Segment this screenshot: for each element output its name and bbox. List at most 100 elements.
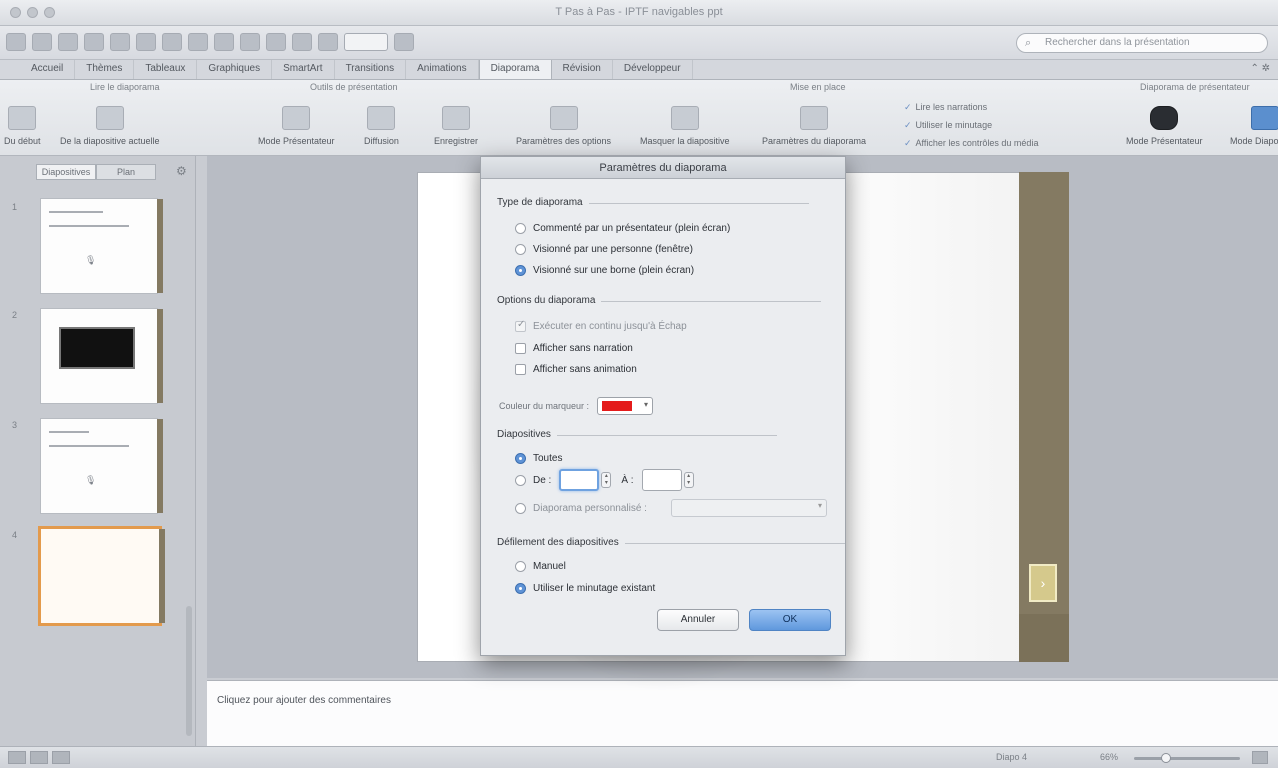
- ok-button[interactable]: OK: [749, 609, 831, 631]
- radio-control-selected[interactable]: [515, 265, 526, 276]
- record-button[interactable]: Enregistrer: [434, 106, 478, 146]
- radio-presented-by-speaker[interactable]: Commenté par un présentateur (plein écra…: [515, 223, 730, 234]
- presenter-icon: [282, 106, 311, 130]
- save-icon[interactable]: [84, 33, 104, 51]
- hide-slide-icon: [670, 106, 699, 130]
- radio-control[interactable]: [515, 244, 526, 255]
- radio-control-selected[interactable]: [515, 453, 526, 464]
- from-slide-field[interactable]: [559, 469, 600, 491]
- radio-all-slides[interactable]: Toutes: [515, 453, 562, 464]
- use-timings-check[interactable]: ✓ Utiliser le minutage: [904, 120, 992, 131]
- undo-icon[interactable]: [162, 33, 182, 51]
- tab-outline[interactable]: Plan: [96, 164, 156, 180]
- window-title: T Pas à Pas - IPTF navigables ppt: [555, 6, 723, 18]
- fit-to-window-icon[interactable]: [1252, 751, 1268, 764]
- pen-color-fill: [602, 401, 633, 411]
- radio-browsed-individual[interactable]: Visionné par une personne (fenêtre): [515, 244, 693, 255]
- tab-transitions[interactable]: Transitions: [335, 60, 407, 79]
- radio-control[interactable]: [515, 474, 526, 486]
- panel-scrollbar[interactable]: [186, 606, 192, 736]
- options-settings-button[interactable]: Paramètres des options: [516, 106, 611, 146]
- radio-control[interactable]: [515, 223, 526, 234]
- search-input[interactable]: ⌕ Rechercher dans la présentation: [1016, 33, 1268, 53]
- slide-thumbnail[interactable]: [40, 308, 163, 404]
- ribbon-tabs: Accueil Thèmes Tableaux Graphiques Smart…: [0, 60, 1278, 80]
- slideshow-view-icon: [1250, 106, 1278, 130]
- slide-thumbnail-selected[interactable]: [38, 526, 165, 626]
- normal-view-icon[interactable]: [8, 751, 26, 764]
- record-icon: [442, 106, 470, 130]
- settings-icon: [549, 106, 578, 130]
- page-indicator: Diapo 4: [996, 752, 1028, 762]
- custom-show-select: ▾: [671, 499, 827, 517]
- to-slide-field[interactable]: [641, 469, 682, 491]
- pen-color-picker[interactable]: ▾: [597, 397, 654, 415]
- standard-toolbar: ⌕ Rechercher dans la présentation: [0, 26, 1278, 60]
- print-icon[interactable]: [110, 33, 130, 51]
- tab-slides[interactable]: Diapositives: [36, 164, 96, 180]
- open-icon[interactable]: [58, 33, 78, 51]
- checkbox-without-narration[interactable]: Afficher sans narration: [515, 343, 633, 354]
- zoom-slider-knob[interactable]: [1160, 753, 1171, 763]
- radio-advance-timings[interactable]: Utiliser le minutage existant: [515, 583, 655, 594]
- tab-animations[interactable]: Animations: [406, 60, 479, 79]
- picture-icon[interactable]: [240, 33, 260, 51]
- radio-advance-manual[interactable]: Manuel: [515, 561, 566, 572]
- new-icon[interactable]: [6, 33, 26, 51]
- gallery-icon[interactable]: [292, 33, 312, 51]
- slideshow-view-icon[interactable]: [52, 751, 70, 764]
- checkbox-control[interactable]: [515, 364, 526, 375]
- redo-icon[interactable]: [188, 33, 208, 51]
- play-from-current-button[interactable]: De la diapositive actuelle: [60, 106, 160, 146]
- cancel-button[interactable]: Annuler: [657, 609, 739, 631]
- tab-graphiques[interactable]: Graphiques: [197, 60, 273, 79]
- broadcast-button[interactable]: Diffusion: [364, 106, 399, 146]
- checkbox-control[interactable]: [515, 343, 526, 354]
- format-painter-icon[interactable]: [136, 33, 156, 51]
- slide-thumbnail[interactable]: 🎙: [40, 418, 163, 514]
- slideshow-settings-button[interactable]: Paramètres du diaporama: [762, 106, 866, 146]
- templates-icon[interactable]: [32, 33, 52, 51]
- zoom-field[interactable]: [344, 33, 388, 51]
- show-media-controls-check[interactable]: ✓ Afficher les contrôles du média: [904, 138, 1038, 149]
- status-bar: Diapo 4 66%: [0, 746, 1278, 768]
- chevron-down-icon: ▾: [817, 501, 822, 510]
- play-from-start-button[interactable]: Du début: [4, 106, 41, 146]
- tab-tableaux[interactable]: Tableaux: [134, 60, 198, 79]
- slide-thumbnail[interactable]: 🎙: [40, 198, 163, 294]
- insert-slide-icon[interactable]: [214, 33, 234, 51]
- pen-color-label: Couleur du marqueur :: [499, 401, 590, 411]
- hide-slide-button[interactable]: Masquer la diapositive: [640, 106, 730, 146]
- checkbox-without-animation[interactable]: Afficher sans animation: [515, 364, 637, 375]
- tab-developpeur[interactable]: Développeur: [613, 60, 693, 79]
- tab-themes[interactable]: Thèmes: [75, 60, 135, 79]
- panel-settings-icon[interactable]: ⚙: [176, 164, 187, 178]
- sorter-view-icon[interactable]: [30, 751, 48, 764]
- tab-revision[interactable]: Révision: [552, 60, 613, 79]
- presenter-tools-button[interactable]: Mode Présentateur: [258, 106, 335, 146]
- slide-nav-button[interactable]: ›: [1029, 564, 1057, 602]
- section-advance: Défilement des diapositives: [497, 537, 844, 548]
- radio-slide-range[interactable]: De : ▴ ▾ À : ▴ ▾: [515, 469, 694, 491]
- presenter-view-icon: [1150, 106, 1179, 130]
- shape-icon[interactable]: [266, 33, 286, 51]
- zoom-slider[interactable]: [1134, 753, 1240, 763]
- presenter-view-button[interactable]: Mode Présentateur: [1126, 106, 1203, 146]
- radio-control[interactable]: [515, 561, 526, 572]
- toolbox-icon[interactable]: [318, 33, 338, 51]
- search-icon: ⌕: [1025, 37, 1032, 49]
- help-icon[interactable]: [394, 33, 414, 51]
- from-slide-stepper[interactable]: ▴ ▾: [601, 472, 612, 488]
- play-narrations-check[interactable]: ✓ Lire les narrations: [904, 102, 987, 113]
- title-bar: T Pas à Pas - IPTF navigables ppt: [0, 0, 1278, 26]
- to-slide-stepper[interactable]: ▴ ▾: [683, 472, 694, 488]
- chevron-down-icon: ▾: [644, 400, 649, 409]
- tab-diaporama[interactable]: Diaporama: [478, 60, 552, 79]
- checkbox-control-disabled: [515, 319, 526, 332]
- radio-control-selected[interactable]: [515, 583, 526, 594]
- radio-browsed-kiosk[interactable]: Visionné sur une borne (plein écran): [515, 265, 694, 276]
- ribbon-collapse-icon[interactable]: ⌃ ✲: [1250, 63, 1270, 74]
- tab-smartart[interactable]: SmartArt: [272, 60, 335, 79]
- tab-accueil[interactable]: Accueil: [20, 60, 76, 79]
- slideshow-view-button[interactable]: Mode Diaporama: [1230, 106, 1278, 146]
